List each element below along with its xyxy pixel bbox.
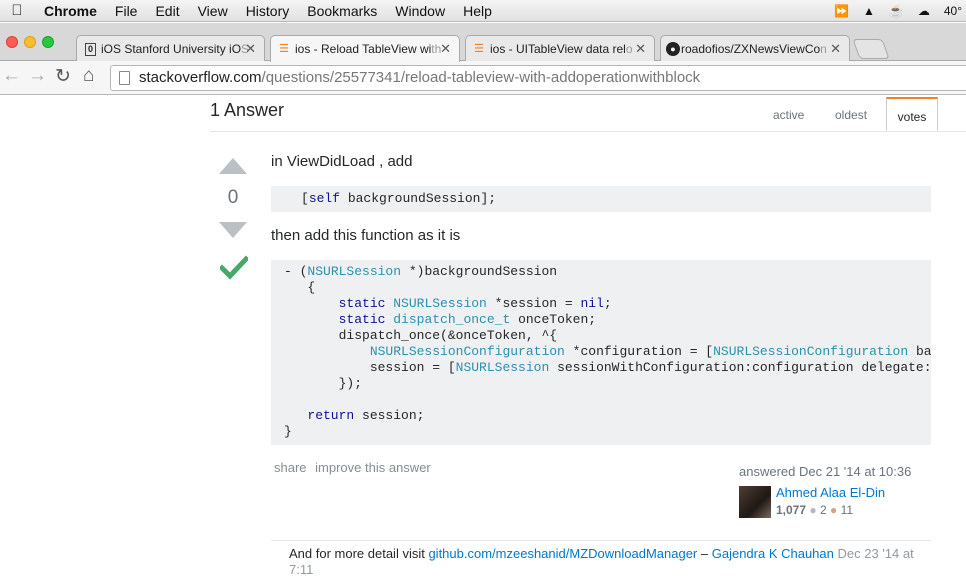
divider [210,131,966,132]
improve-answer-link[interactable]: improve this answer [315,460,431,475]
new-tab-button[interactable] [852,39,890,59]
fast-forward-icon[interactable]: ⏩ [834,4,849,18]
url-host: stackoverflow.com [139,69,262,86]
url-path: /questions/25577341/reload-tableview-wit… [261,69,701,86]
accepted-check-icon [220,255,248,280]
bronze-badge-icon: ● [830,503,838,517]
menu-help[interactable]: Help [463,3,492,19]
status-area: ⏩ ▲ ☕ ☁ 40° [820,0,966,22]
temperature: 40° [943,4,962,18]
ghost-icon[interactable]: ▲ [863,4,875,18]
close-tab-icon[interactable]: ✕ [830,41,841,57]
vote-count: 0 [227,187,239,208]
comment-divider [271,540,931,541]
comment-link[interactable]: github.com/mzeeshanid/MZDownloadManager [428,546,697,561]
weather-icon[interactable]: ☁ [918,4,930,18]
comment-separator: – [697,546,712,561]
close-tab-icon[interactable]: ✕ [440,41,451,57]
tab-reload-tableview[interactable]: ☰ ios - Reload TableView with ✕ [270,35,460,62]
comment: And for more detail visit github.com/mze… [289,546,929,578]
code-block-call: [self backgroundSession]; [271,186,931,212]
silver-badge-count: 2 [819,503,827,517]
answer-intro-text: in ViewDidLoad , add [271,153,413,170]
menu-file[interactable]: File [115,3,138,19]
tab-uitableview-data[interactable]: ☰ ios - UITableView data relo ✕ [465,35,655,62]
answered-time: answered Dec 21 '14 at 10:36 [739,464,912,479]
reload-icon[interactable]: ↻ [55,65,71,88]
back-arrow-icon[interactable]: ← [2,65,21,87]
share-link[interactable]: share [274,460,307,475]
post-menu: share improve this answer [274,460,436,475]
sort-tab-oldest[interactable]: oldest [835,97,867,131]
close-tab-icon[interactable]: ✕ [635,41,646,57]
user-reputation: 1,077 ● 2 ● 11 [776,503,853,517]
page-icon [119,71,130,85]
home-icon[interactable]: ⌂ [83,65,94,87]
tab-zxnewsviewcon[interactable]: ● roadofios/ZXNewsViewCon ✕ [660,35,850,62]
menu-edit[interactable]: Edit [155,3,179,19]
stackoverflow-icon: ☰ [474,43,484,55]
bronze-badge-count: 11 [840,503,854,517]
sort-tab-active[interactable]: active [773,97,804,131]
silver-badge-icon: ● [809,503,817,517]
close-tab-icon[interactable]: ✕ [245,41,256,57]
menu-app-chrome[interactable]: Chrome [44,3,97,19]
sort-tab-votes[interactable]: votes [886,97,938,131]
vote-up-icon[interactable] [219,158,247,174]
browser-toolbar: ← → ↻ ⌂ stackoverflow.com/questions/2557… [0,61,966,95]
user-signature: answered Dec 21 '14 at 10:36 Ahmed Alaa … [739,464,949,518]
reputation-score: 1,077 [776,503,807,517]
comment-user-link[interactable]: Gajendra K Chauhan [712,546,834,561]
forward-arrow-icon[interactable]: → [28,65,47,87]
answers-count-heading: 1 Answer [210,100,285,120]
minimize-window-button[interactable] [24,36,36,48]
answer-middle-text: then add this function as it is [271,227,461,244]
vote-down-icon[interactable] [219,222,247,238]
address-bar[interactable]: stackoverflow.com/questions/25577341/rel… [110,65,966,91]
code-block-function: - (NSURLSession *)backgroundSession { st… [271,260,931,445]
zoom-window-button[interactable] [42,36,54,48]
stackoverflow-icon: ☰ [279,43,289,55]
menu-history[interactable]: History [246,3,290,19]
coffee-icon[interactable]: ☕ [889,4,904,18]
user-name-link[interactable]: Ahmed Alaa El-Din [776,485,885,500]
comment-text: And for more detail visit [289,546,429,561]
menu-window[interactable]: Window [395,3,445,19]
mac-menu-bar:  Chrome File Edit View History Bookmark… [0,0,966,22]
close-window-button[interactable] [6,36,18,48]
github-icon: ● [666,42,680,56]
tab-ios-stanford[interactable]: 0 iOS Stanford University iOS ✕ [76,35,265,62]
menu-view[interactable]: View [198,3,228,19]
menu-bookmarks[interactable]: Bookmarks [307,3,377,19]
tab-strip: 0 iOS Stanford University iOS ✕ ☰ ios - … [0,23,966,62]
apple-icon[interactable]:  [0,2,34,19]
avatar[interactable] [739,486,771,518]
file-icon: 0 [85,43,96,56]
